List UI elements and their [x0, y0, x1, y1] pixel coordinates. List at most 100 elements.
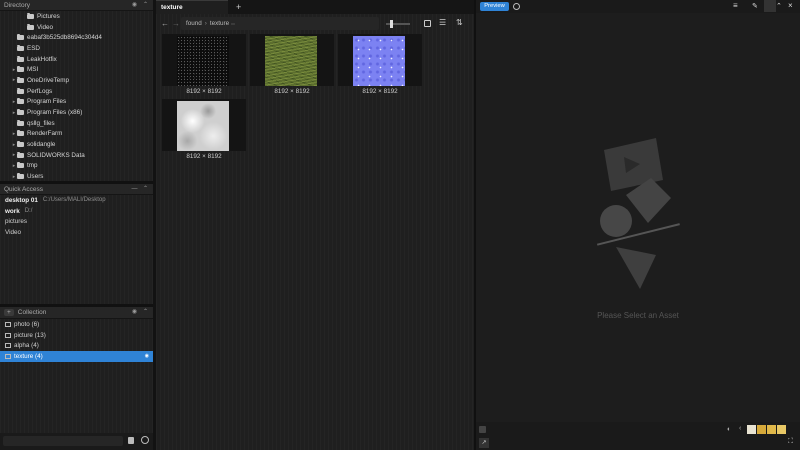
asset-thumbnail[interactable] [162, 34, 246, 86]
collection-item[interactable]: photo (6) [0, 319, 153, 330]
thumbnail-dimensions: 8192 × 8192 [362, 88, 398, 95]
directory-item[interactable]: ▸ tmp [0, 161, 153, 172]
eye-icon[interactable]: ◉ [145, 353, 149, 359]
collection-item[interactable]: alpha (4) [0, 340, 153, 351]
folder-icon [17, 141, 24, 148]
asset-thumbnail[interactable] [250, 34, 334, 86]
info-icon[interactable]: ◐ [727, 426, 731, 433]
directory-item[interactable]: ▸ solidangle [0, 139, 153, 150]
directory-item[interactable]: PerfLogs [0, 86, 153, 97]
directory-tree: Pictures Video eabaf3b525db8694c304d4 ESD Le… [0, 11, 153, 182]
eye-icon[interactable]: ◉ [131, 309, 138, 316]
directory-panel: Directory ◉ ⌃ Pictures Video eabaf3b525db8… [0, 0, 153, 181]
collapse-icon[interactable]: ⌃ [142, 309, 149, 316]
folder-icon [27, 23, 34, 30]
quick-access-label: desktop 01 [5, 196, 38, 204]
add-collection-button[interactable]: + [4, 309, 14, 316]
folder-icon [17, 151, 24, 158]
fullscreen-icon[interactable]: ⛶ [788, 438, 793, 446]
directory-item-label: PerfLogs [27, 87, 53, 95]
directory-header: Directory ◉ ⌃ [0, 0, 153, 11]
quick-access-item[interactable]: desktop 01 C:/Users/MALI/Desktop [0, 195, 153, 206]
color-swatch[interactable] [767, 425, 776, 434]
preview-panel: Preview ≡ ✎ ⌃ × Please Select an Asset ◐… [476, 0, 800, 450]
directory-item[interactable]: ▸ MSI [0, 64, 153, 75]
quick-access-path: C:/Users/MALI/Desktop [42, 197, 106, 204]
minus-icon[interactable]: — [131, 186, 138, 193]
directory-item-label: ESD [27, 44, 40, 52]
folder-icon [17, 87, 24, 94]
breadcrumb-current[interactable]: texture [210, 20, 229, 27]
collection-item[interactable]: picture (13) [0, 330, 153, 341]
directory-item[interactable]: LeakHotfix [0, 54, 153, 65]
directory-item[interactable]: qsllg_files [0, 118, 153, 129]
zoom-slider-handle[interactable] [390, 20, 393, 28]
directory-item[interactable]: ▸ SOLIDWORKS Data [0, 150, 153, 161]
quick-access-item[interactable]: work D:/ [0, 206, 153, 217]
pin-icon[interactable]: ✎ [752, 2, 758, 10]
asset-thumbnail[interactable] [338, 34, 422, 86]
left-bottom-bar [0, 433, 153, 450]
color-swatch[interactable] [757, 425, 766, 434]
add-tab-button[interactable]: + [236, 2, 241, 12]
browser-panel: ← → found › texture ▭ ☰ ⇅ 8192 × 8192 819… [156, 14, 474, 450]
directory-item-label: tmp [27, 162, 38, 170]
image-icon [5, 321, 11, 327]
history-icon[interactable] [513, 3, 520, 10]
directory-item[interactable]: ▸ RenderFarm [0, 129, 153, 140]
sort-icon[interactable]: ⇅ [456, 18, 463, 27]
color-swatch[interactable] [777, 425, 786, 434]
color-palette [746, 425, 786, 436]
select-all-icon[interactable] [424, 20, 431, 27]
folder-icon [17, 109, 24, 116]
folder-icon [17, 34, 24, 41]
list-view-icon[interactable]: ☰ [439, 18, 446, 27]
tab-label: texture [161, 4, 183, 11]
edit-icon[interactable]: ↗ [479, 438, 489, 448]
directory-item-label: RenderFarm [27, 130, 63, 138]
history-icon[interactable] [141, 436, 149, 444]
breadcrumb-parent[interactable]: found [186, 20, 202, 27]
zoom-slider[interactable] [386, 20, 410, 28]
menu-icon[interactable]: ≡ [733, 1, 738, 10]
collapse-icon[interactable]: ⌃ [142, 186, 149, 193]
back-icon[interactable]: ← [161, 19, 169, 28]
forward-icon[interactable]: → [172, 19, 180, 28]
directory-item[interactable]: ▸ OneDriveTemp [0, 75, 153, 86]
texture-preview-image [265, 36, 317, 86]
directory-item-label: OneDriveTemp [27, 76, 69, 84]
chevron-left-icon[interactable]: ‹ [739, 425, 741, 432]
add-tag-button[interactable] [479, 426, 486, 433]
directory-item[interactable]: Pictures [0, 11, 153, 22]
directory-item[interactable]: eabaf3b525db8694c304d4 [0, 32, 153, 43]
eye-icon[interactable]: ◉ [131, 2, 138, 9]
quick-access-item[interactable]: Video [0, 227, 153, 238]
color-swatch[interactable] [747, 425, 756, 434]
minimize-icon[interactable]: ⌃ [776, 2, 782, 10]
collapse-icon[interactable]: ⌃ [142, 2, 149, 9]
asset-thumbnail[interactable] [162, 99, 246, 151]
folder-icon [17, 66, 24, 73]
quick-access-list: desktop 01 C:/Users/MALI/Desktop work D:/ pi… [0, 195, 153, 238]
directory-item-label: LeakHotfix [27, 55, 57, 63]
thumbnail-dimensions: 8192 × 8192 [274, 88, 310, 95]
directory-item[interactable]: ▸ Program Files (x86) [0, 107, 153, 118]
preview-header: Preview ≡ ✎ ⌃ × [476, 0, 800, 13]
quick-access-title: Quick Access [4, 185, 44, 193]
directory-item[interactable]: ▸ Program Files [0, 97, 153, 108]
trash-icon[interactable] [128, 437, 134, 444]
close-icon[interactable]: × [788, 1, 793, 10]
quick-access-item[interactable]: pictures [0, 217, 153, 228]
search-input[interactable] [3, 436, 123, 446]
collection-item[interactable]: texture (4) ◉ [0, 351, 153, 362]
tab-texture[interactable]: texture [156, 0, 228, 14]
preview-button[interactable]: Preview [480, 2, 509, 11]
restore-icon[interactable] [764, 0, 776, 12]
directory-item-label: Program Files (x86) [27, 109, 83, 117]
sphere-shape [600, 205, 632, 237]
directory-item-label: qsllg_files [27, 119, 55, 127]
image-icon [5, 353, 11, 359]
directory-item[interactable]: ESD [0, 43, 153, 54]
folder-icon [17, 173, 24, 180]
directory-item[interactable]: Video [0, 22, 153, 33]
